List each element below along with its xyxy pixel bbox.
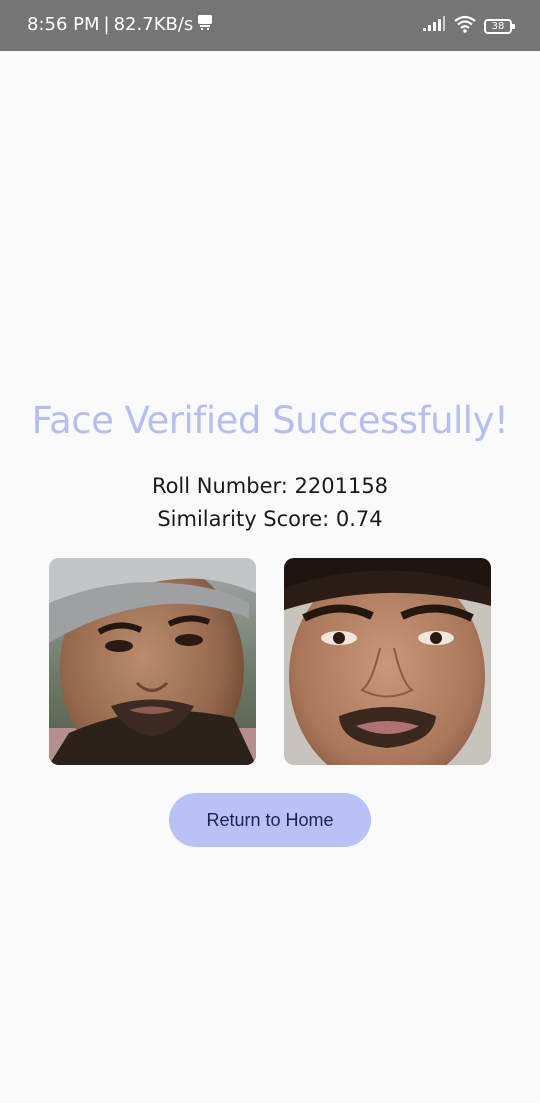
similarity-score-text: Similarity Score: 0.74 bbox=[157, 507, 383, 531]
signal-icon bbox=[422, 16, 446, 37]
reference-face-photo bbox=[284, 558, 491, 765]
roll-number-text: Roll Number: 2201158 bbox=[151, 474, 389, 498]
status-time: 8:56 PM bbox=[27, 14, 100, 35]
notification-icon bbox=[197, 13, 213, 36]
captured-face-photo bbox=[49, 558, 256, 765]
return-to-home-button[interactable]: Return to Home bbox=[169, 793, 371, 847]
status-left: 8:56 PM | 82.7KB/s bbox=[27, 13, 213, 36]
battery-level: 38 bbox=[491, 20, 505, 32]
page-title: Face Verified Successfully! bbox=[31, 399, 509, 442]
battery-icon: 38 bbox=[484, 19, 515, 34]
status-bar: 8:56 PM | 82.7KB/s 38 bbox=[0, 0, 540, 51]
status-right: 38 bbox=[422, 15, 515, 38]
status-separator: | bbox=[103, 14, 110, 35]
network-speed: 82.7KB/s bbox=[113, 14, 194, 35]
wifi-icon bbox=[454, 15, 476, 38]
